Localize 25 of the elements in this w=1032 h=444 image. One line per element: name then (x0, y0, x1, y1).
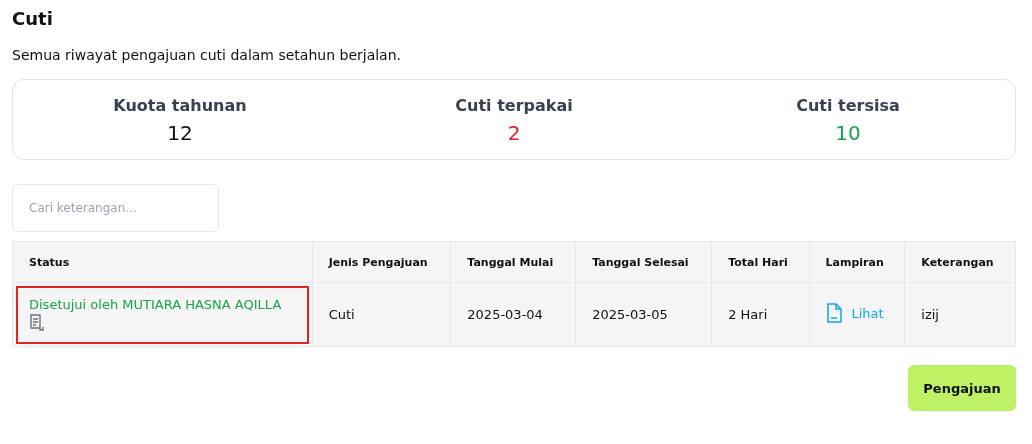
stat-value: 12 (167, 121, 193, 145)
page-subtitle: Semua riwayat pengajuan cuti dalam setahun berjalan. (12, 47, 402, 63)
table-cell: Cuti (312, 282, 451, 347)
page-title: Cuti (12, 8, 54, 29)
column-header: Tanggal Selesai (575, 241, 712, 283)
column-header: Total Hari (711, 241, 809, 283)
column-header: Keterangan (904, 241, 1016, 283)
document-icon (29, 314, 45, 332)
stat-value: 2 (507, 121, 521, 145)
table-cell: 2025-03-05 (575, 282, 712, 347)
table-cell: 2 Hari (711, 282, 809, 347)
stat-label: Cuti tersisa (796, 96, 900, 115)
column-header: Lampiran (809, 241, 905, 283)
column-header: Tanggal Mulai (450, 241, 576, 283)
search-field[interactable]: Cari keterangan... (12, 184, 219, 232)
column-header: Jenis Pengajuan (312, 241, 451, 283)
table-cell: izij (904, 282, 1016, 347)
stat-label: Cuti terpakai (455, 96, 573, 115)
submit-button[interactable]: Pengajuan (908, 365, 1016, 411)
table-cell: 2025-03-04 (450, 282, 576, 347)
stat-label: Kuota tahunan (113, 96, 247, 115)
column-header: Status (12, 241, 313, 283)
file-icon (825, 302, 842, 324)
status-text: Disetujui oleh MUTIARA HASNA AQILLA (29, 297, 283, 312)
stat-value: 10 (835, 121, 861, 145)
